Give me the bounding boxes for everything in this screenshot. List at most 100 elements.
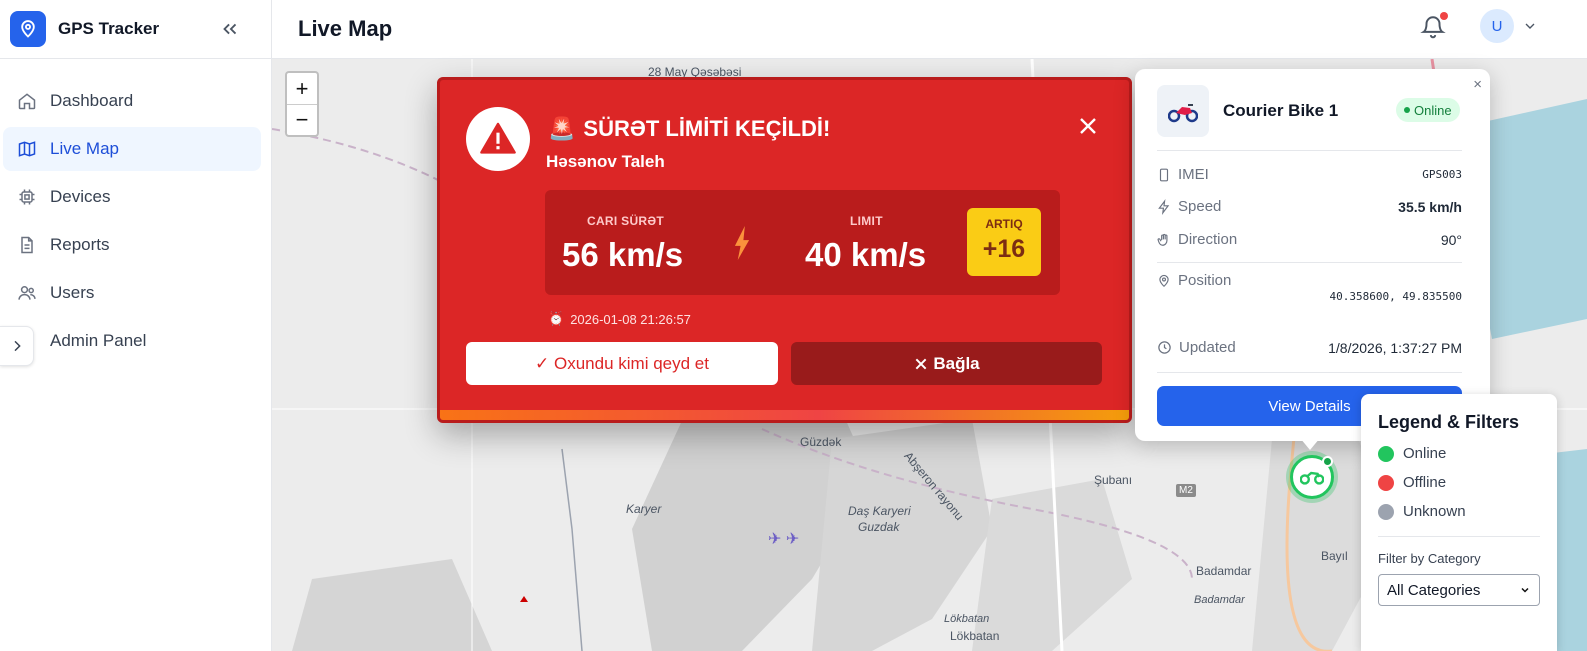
- alarm-clock-icon: ⏰: [548, 311, 565, 326]
- home-icon: [16, 90, 38, 112]
- popup-close-button[interactable]: ×: [1473, 76, 1482, 93]
- sidebar-item-label: Dashboard: [50, 91, 134, 110]
- zoom-out-button[interactable]: −: [287, 104, 317, 135]
- map-place-label: Güzdək: [800, 435, 842, 449]
- excess-label: ARTIQ: [985, 217, 1023, 231]
- dismiss-button[interactable]: Bağla: [791, 342, 1102, 385]
- location-pin-icon: [1159, 274, 1169, 287]
- avatar[interactable]: U: [1480, 9, 1514, 43]
- motorcycle-icon: [1300, 471, 1324, 485]
- map-place-label: Lökbatan: [944, 613, 990, 625]
- legend-item-offline: Offline: [1378, 474, 1540, 491]
- limit-label: LIMIT: [850, 214, 883, 228]
- motorcycle-icon: [1157, 85, 1209, 137]
- status-dot: [1378, 474, 1394, 491]
- page-title: Live Map: [298, 16, 393, 41]
- device-popup: × Courier Bike 1 Online IMEI GPS003 Spee…: [1135, 69, 1490, 441]
- excess-badge: ARTIQ +16: [967, 208, 1041, 276]
- sidebar-item-dashboard[interactable]: Dashboard: [3, 79, 261, 123]
- alert-timestamp: ⏰ 2026-01-08 21:26:57: [548, 311, 691, 327]
- map-place-label: Şubanı: [1094, 473, 1133, 487]
- zoom-in-button[interactable]: +: [287, 73, 317, 104]
- chip-icon: [16, 186, 38, 208]
- alert-close-button[interactable]: [1076, 114, 1100, 143]
- alert-title: 🚨 SÜRƏT LİMİTİ KEÇİLDİ!: [548, 116, 830, 142]
- map-icon: [16, 138, 38, 160]
- road-shield-label: M2: [1176, 484, 1196, 497]
- sidebar-item-label: Users: [50, 283, 95, 302]
- speed-row: Speed 35.5 km/h: [1157, 198, 1462, 215]
- siren-icon: 🚨: [548, 116, 576, 141]
- alert-title-text: SÜRƏT LİMİTİ KEÇİLDİ!: [583, 116, 831, 141]
- lightning-icon: [1158, 198, 1170, 215]
- category-filter-select[interactable]: All Categories: [1378, 574, 1540, 606]
- status-dot: [1378, 445, 1394, 462]
- expand-submenu-button[interactable]: [0, 326, 34, 366]
- status-badge: Online: [1396, 98, 1460, 122]
- imei-value: GPS003: [1422, 168, 1462, 181]
- zoom-control: + −: [285, 71, 319, 137]
- direction-value: 90°: [1440, 231, 1462, 248]
- driver-name: Həsənov Taleh: [546, 152, 665, 171]
- sidebar-item-label: Devices: [50, 187, 111, 206]
- sidebar-item-label: Admin Panel: [50, 331, 147, 350]
- clock-icon: [1158, 341, 1171, 354]
- current-speed-label: CARI SÜRƏT: [587, 214, 665, 228]
- collapse-sidebar-button[interactable]: [219, 18, 241, 40]
- notifications-button[interactable]: [1420, 12, 1448, 40]
- chevron-down-icon: [1525, 23, 1535, 29]
- sidebar-nav: Dashboard Live Map Devices Reports Users…: [0, 59, 271, 363]
- status-dot: [1322, 456, 1333, 467]
- sidebar-item-reports[interactable]: Reports: [3, 223, 261, 267]
- legend-item-online: Online: [1378, 445, 1540, 462]
- warning-icon: [466, 107, 530, 171]
- sidebar-item-users[interactable]: Users: [3, 271, 261, 315]
- top-header: Live Map U: [272, 0, 1587, 59]
- speed-value: 35.5 km/h: [1398, 198, 1462, 215]
- position-value: 40.358600, 49.835500: [1329, 290, 1462, 303]
- imei-row: IMEI GPS003: [1157, 166, 1462, 183]
- map-place-label: Karyer: [626, 502, 662, 516]
- alert-time-text: 2026-01-08 21:26:57: [570, 311, 691, 327]
- document-icon: [16, 234, 38, 256]
- speed-alert-modal: 🚨 SÜRƏT LİMİTİ KEÇİLDİ! Həsənov Taleh CA…: [437, 77, 1132, 423]
- notification-badge: [1440, 12, 1448, 20]
- map-place-label: Guzdak: [858, 520, 900, 534]
- popup-pointer: [1300, 438, 1320, 450]
- dismiss-button-label: Bağla: [933, 353, 980, 373]
- mark-as-read-button[interactable]: ✓ Oxundu kimi qeyd et: [466, 342, 778, 385]
- sidebar-item-devices[interactable]: Devices: [3, 175, 261, 219]
- phone-icon: [1159, 168, 1169, 181]
- legend-title: Legend & Filters: [1378, 412, 1520, 432]
- chevron-down-icon: [1521, 587, 1529, 593]
- map-place-label: Bayıl: [1321, 549, 1348, 563]
- status-dot: [1378, 503, 1394, 520]
- updated-value: 1/8/2026, 1:37:27 PM: [1328, 339, 1462, 356]
- sidebar-item-label: Reports: [50, 235, 110, 254]
- legend-item-unknown: Unknown: [1378, 503, 1540, 520]
- double-chevron-left-icon: [223, 23, 237, 35]
- direction-row: Direction 90°: [1157, 231, 1462, 248]
- chevron-right-icon: [13, 340, 21, 352]
- close-icon: [1080, 118, 1096, 134]
- legend-panel: Legend & Filters Online Offline Unknown …: [1361, 394, 1557, 651]
- sidebar-item-admin-panel[interactable]: Admin Panel: [3, 319, 261, 363]
- sidebar-item-label: Live Map: [50, 139, 119, 158]
- app-name: GPS Tracker: [58, 19, 160, 38]
- sidebar-item-live-map[interactable]: Live Map: [3, 127, 261, 171]
- map-place-label: Badamdar: [1196, 564, 1252, 578]
- user-menu-button[interactable]: [1522, 18, 1538, 39]
- alert-progress-bar: [440, 410, 1129, 420]
- map-place-label: Badamdar: [1194, 594, 1245, 606]
- users-icon: [16, 282, 38, 304]
- updated-row: Updated 1/8/2026, 1:37:27 PM: [1157, 339, 1462, 356]
- close-icon: [915, 358, 927, 369]
- airport-icon: ✈ ✈: [768, 531, 800, 548]
- brand: GPS Tracker: [0, 0, 271, 59]
- position-row: Position: [1157, 272, 1462, 289]
- sidebar: GPS Tracker Dashboard Live Map Devices R…: [0, 0, 272, 651]
- hand-icon: [1157, 233, 1168, 246]
- lightning-icon: [734, 226, 750, 260]
- current-speed-value: 56 km/s: [562, 236, 684, 273]
- device-marker[interactable]: [1290, 455, 1334, 499]
